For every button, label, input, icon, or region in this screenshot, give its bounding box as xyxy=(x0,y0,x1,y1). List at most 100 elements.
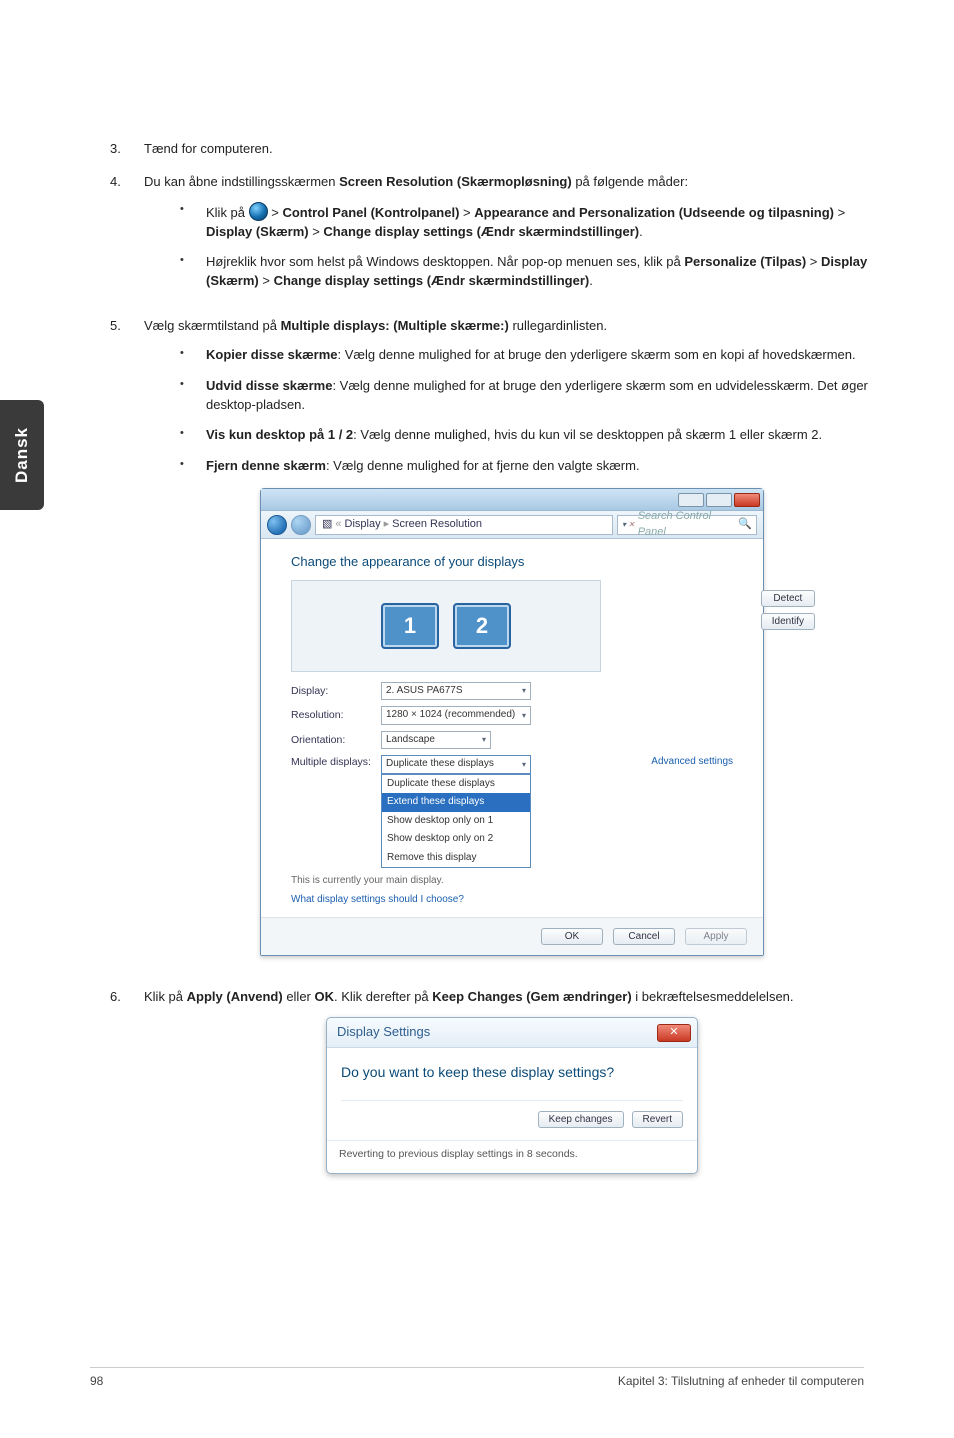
step-3: 3. Tænd for computeren. xyxy=(110,140,880,159)
bold: Appearance and Personalization (Udseende… xyxy=(474,205,834,220)
chevron-down-icon: ▾ xyxy=(622,519,626,531)
text: på følgende måder: xyxy=(572,174,688,189)
chevron-down-icon: ▾ xyxy=(522,759,526,771)
search-placeholder: Search Control Panel xyxy=(638,509,739,541)
step-number: 6. xyxy=(110,988,144,1173)
text: Vælg skærmtilstand på xyxy=(144,318,281,333)
sub-bullet: Vis kun desktop på 1 / 2: Vælg denne mul… xyxy=(180,426,880,445)
minimize-button[interactable] xyxy=(678,493,704,507)
multiple-displays-row: Multiple displays: Duplicate these displ… xyxy=(291,755,733,868)
bold: Udvid disse skærme xyxy=(206,378,332,393)
apply-button[interactable]: Apply xyxy=(685,928,747,945)
cancel-button[interactable]: Cancel xyxy=(613,928,675,945)
text: rullegardinlisten. xyxy=(509,318,607,333)
main-display-note: This is currently your main display. xyxy=(291,874,733,889)
sub-bullet: Fjern denne skærm: Vælg denne mulighed f… xyxy=(180,457,880,476)
bold: Personalize (Tilpas) xyxy=(684,254,806,269)
bold: Change display settings (Ændr skærmindst… xyxy=(323,224,639,239)
text: : Vælg denne mulighed for at bruge den y… xyxy=(338,347,856,362)
close-button[interactable]: ✕ xyxy=(657,1024,691,1042)
countdown-note: Reverting to previous display settings i… xyxy=(327,1140,697,1172)
help-link[interactable]: What display settings should I choose? xyxy=(291,893,733,908)
text: eller xyxy=(283,989,315,1004)
bold: Screen Resolution (Skærmopløsning) xyxy=(339,174,572,189)
dialog-titlebar: Display Settings ✕ xyxy=(327,1018,697,1048)
language-tab: Dansk xyxy=(0,400,44,510)
dialog-title: Display Settings xyxy=(337,1023,430,1042)
dialog-question: Do you want to keep these display settin… xyxy=(341,1062,683,1082)
label: Multiple displays: xyxy=(291,755,381,770)
page-number: 98 xyxy=(90,1374,103,1388)
bold: Fjern denne skærm xyxy=(206,458,326,473)
step-4: 4. Du kan åbne indstillingsskærmen Scree… xyxy=(110,173,880,303)
crumb-item: Display xyxy=(345,517,381,533)
breadcrumb[interactable]: ▧ « Display ▸ Screen Resolution xyxy=(315,515,613,535)
option-extend[interactable]: Extend these displays xyxy=(382,793,530,812)
text: . Klik derefter på xyxy=(334,989,432,1004)
address-bar: ▧ « Display ▸ Screen Resolution ▾ ✕ Sear… xyxy=(261,511,763,539)
option-only-1[interactable]: Show desktop only on 1 xyxy=(382,812,530,831)
text: > xyxy=(834,205,845,220)
monitor-1[interactable]: 1 xyxy=(381,603,439,649)
bold: Multiple displays: (Multiple skærme:) xyxy=(281,318,509,333)
bold: Kopier disse skærme xyxy=(206,347,338,362)
bold: Display (Skærm) xyxy=(206,224,309,239)
text: > xyxy=(459,205,474,220)
text: : Vælg denne mulighed, hvis du kun vil s… xyxy=(353,427,822,442)
multiple-displays-dropdown[interactable]: Duplicate these displays Extend these di… xyxy=(381,774,531,869)
display-row: Display: 2. ASUS PA677S▾ xyxy=(291,682,733,701)
multiple-displays-select[interactable]: Duplicate these displays▾ xyxy=(381,755,531,774)
start-orb-icon xyxy=(249,202,268,221)
search-input[interactable]: ▾ ✕ Search Control Panel 🔍 xyxy=(617,515,757,535)
sub-bullet: Kopier disse skærme: Vælg denne mulighed… xyxy=(180,346,880,365)
detect-button[interactable]: Detect xyxy=(761,590,815,607)
maximize-button[interactable] xyxy=(706,493,732,507)
separator-icon: « xyxy=(335,517,341,533)
orientation-select[interactable]: Landscape▾ xyxy=(381,731,491,750)
label: Display: xyxy=(291,684,381,699)
window-heading: Change the appearance of your displays xyxy=(291,553,733,572)
display-select[interactable]: 2. ASUS PA677S▾ xyxy=(381,682,531,701)
page-content: 3. Tænd for computeren. 4. Du kan åbne i… xyxy=(110,140,880,1188)
chevron-down-icon: ▾ xyxy=(482,734,486,746)
bold: OK xyxy=(315,989,335,1004)
crumb-item: Screen Resolution xyxy=(392,517,482,533)
x-icon: ✕ xyxy=(628,519,635,531)
text: : Vælg denne mulighed for at fjerne den … xyxy=(326,458,640,473)
forward-button[interactable] xyxy=(291,515,311,535)
option-remove[interactable]: Remove this display xyxy=(382,849,530,868)
step-text: Tænd for computeren. xyxy=(144,140,880,159)
text: Klik på xyxy=(144,989,187,1004)
label: Resolution: xyxy=(291,708,381,723)
option-only-2[interactable]: Show desktop only on 2 xyxy=(382,830,530,849)
revert-button[interactable]: Revert xyxy=(632,1111,683,1128)
chevron-down-icon: ▾ xyxy=(522,685,526,697)
step-5: 5. Vælg skærmtilstand på Multiple displa… xyxy=(110,317,880,974)
text: > xyxy=(259,273,274,288)
back-button[interactable] xyxy=(267,515,287,535)
text: Højreklik hvor som helst på Windows desk… xyxy=(206,254,684,269)
resolution-select[interactable]: 1280 × 1024 (recommended)▾ xyxy=(381,706,531,725)
close-button[interactable] xyxy=(734,493,760,507)
step-number: 4. xyxy=(110,173,144,303)
advanced-settings-link[interactable]: Advanced settings xyxy=(651,755,733,770)
orientation-row: Orientation: Landscape▾ xyxy=(291,731,733,750)
language-label: Dansk xyxy=(12,427,32,483)
identify-button[interactable]: Identify xyxy=(761,613,815,630)
text: > xyxy=(806,254,821,269)
text: > xyxy=(309,224,324,239)
label: Orientation: xyxy=(291,733,381,748)
bold: Apply (Anvend) xyxy=(187,989,283,1004)
keep-changes-button[interactable]: Keep changes xyxy=(538,1111,624,1128)
confirm-dialog: Display Settings ✕ Do you want to keep t… xyxy=(326,1017,698,1173)
ok-button[interactable]: OK xyxy=(541,928,603,945)
monitor-preview[interactable]: 1 2 xyxy=(291,580,601,672)
bold: Keep Changes (Gem ændringer) xyxy=(432,989,631,1004)
text: i bekræftelsesmeddelelsen. xyxy=(632,989,794,1004)
chapter-title: Kapitel 3: Tilslutning af enheder til co… xyxy=(618,1374,864,1388)
option-duplicate[interactable]: Duplicate these displays xyxy=(382,775,530,794)
chevron-down-icon: ▾ xyxy=(522,710,526,722)
bold: Control Panel (Kontrolpanel) xyxy=(282,205,459,220)
text: . xyxy=(589,273,593,288)
monitor-2[interactable]: 2 xyxy=(453,603,511,649)
